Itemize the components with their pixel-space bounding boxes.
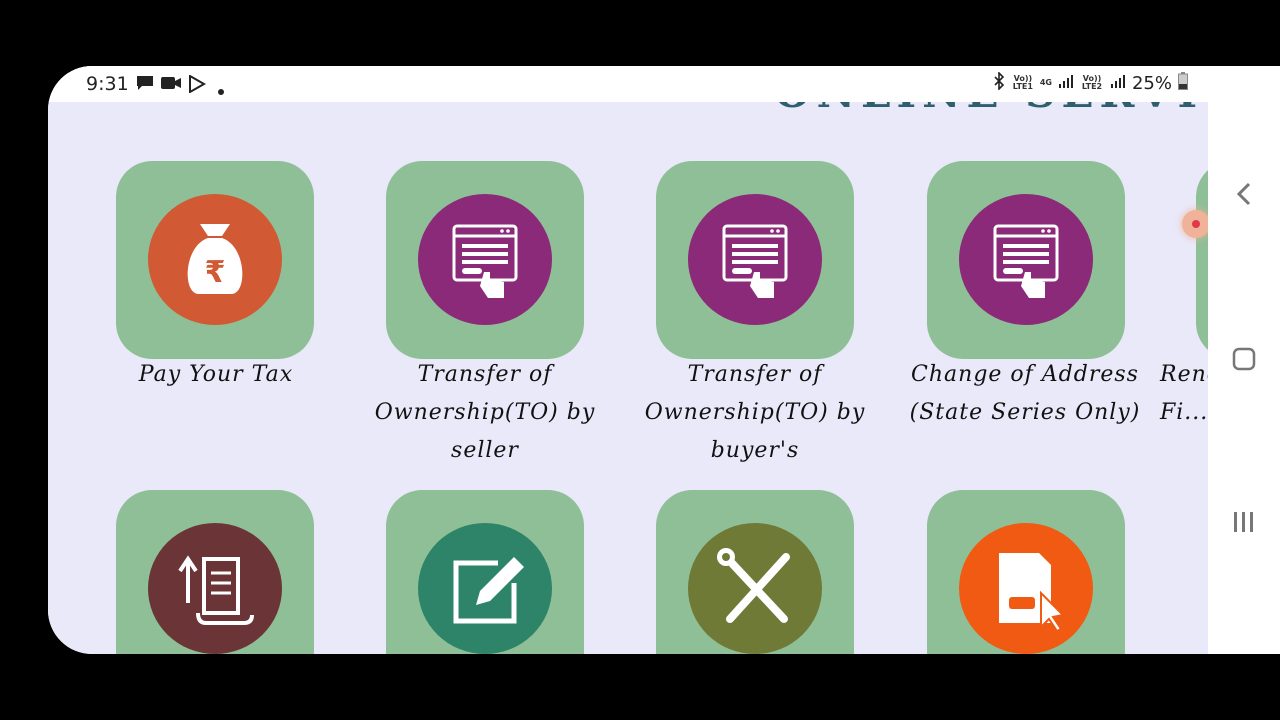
document-cursor-icon <box>959 523 1093 654</box>
play-store-icon <box>188 74 207 97</box>
service-tile-pay-tax[interactable]: ₹ <box>116 161 314 359</box>
recording-indicator <box>1182 210 1208 238</box>
volte1-label: Vo)) LTE1 <box>1012 74 1033 91</box>
browser-click-icon <box>418 194 552 325</box>
system-nav-bar <box>1208 66 1280 654</box>
phone-frame: 9:31 Vo)) LTE1 4G Vo)) LTE2 25% ₹ Pay Yo… <box>48 66 1280 654</box>
bluetooth-icon <box>992 71 1006 94</box>
service-label-to-seller[interactable]: Transfer of Ownership(TO) by seller <box>350 356 620 470</box>
service-tile-row2-3[interactable] <box>656 490 854 654</box>
browser-click-icon <box>959 194 1093 325</box>
volte2-label: Vo)) LTE2 <box>1081 74 1103 91</box>
service-label-to-buyer[interactable]: Transfer of Ownership(TO) by buyer's <box>620 356 890 470</box>
battery-percent: 25% <box>1131 72 1172 94</box>
tools-icon <box>688 523 822 654</box>
service-tile-row2-4[interactable] <box>927 490 1125 654</box>
service-tile-row2-2[interactable] <box>386 490 584 654</box>
recent-apps-icon[interactable] <box>1208 510 1280 534</box>
message-icon <box>136 75 154 95</box>
signal2-icon <box>1110 73 1126 93</box>
money-bag-icon: ₹ <box>148 194 282 325</box>
network-4g-label: 4G <box>1039 78 1052 87</box>
service-tile-partial[interactable] <box>1196 161 1208 359</box>
app-screen: 9:31 Vo)) LTE1 4G Vo)) LTE2 25% ₹ Pay Yo… <box>48 66 1208 654</box>
status-right: Vo)) LTE1 4G Vo)) LTE2 25% <box>992 71 1188 94</box>
service-label-change-address[interactable]: Change of Address (State Series Only) <box>890 356 1160 432</box>
status-time: 9:31 <box>86 73 129 95</box>
browser-click-icon <box>688 194 822 325</box>
service-tile-change-address[interactable] <box>927 161 1125 359</box>
service-tile-to-seller[interactable] <box>386 161 584 359</box>
signal1-icon <box>1058 73 1074 93</box>
battery-icon <box>1178 72 1188 94</box>
svg-text:₹: ₹ <box>205 255 226 290</box>
status-bar: 9:31 Vo)) LTE1 4G Vo)) LTE2 25% <box>48 66 1208 102</box>
dot-icon <box>218 80 224 99</box>
video-icon <box>160 75 182 95</box>
service-tile-row2-1[interactable] <box>116 490 314 654</box>
back-chevron-icon[interactable] <box>1208 180 1280 208</box>
service-label-partial[interactable]: Rene... Fi... <box>1160 356 1208 432</box>
scroll-upload-icon <box>148 523 282 654</box>
service-tile-to-buyer[interactable] <box>656 161 854 359</box>
service-label-pay-tax[interactable]: Pay Your Tax <box>81 356 351 394</box>
home-button-icon[interactable] <box>1208 346 1280 372</box>
edit-form-icon <box>418 523 552 654</box>
